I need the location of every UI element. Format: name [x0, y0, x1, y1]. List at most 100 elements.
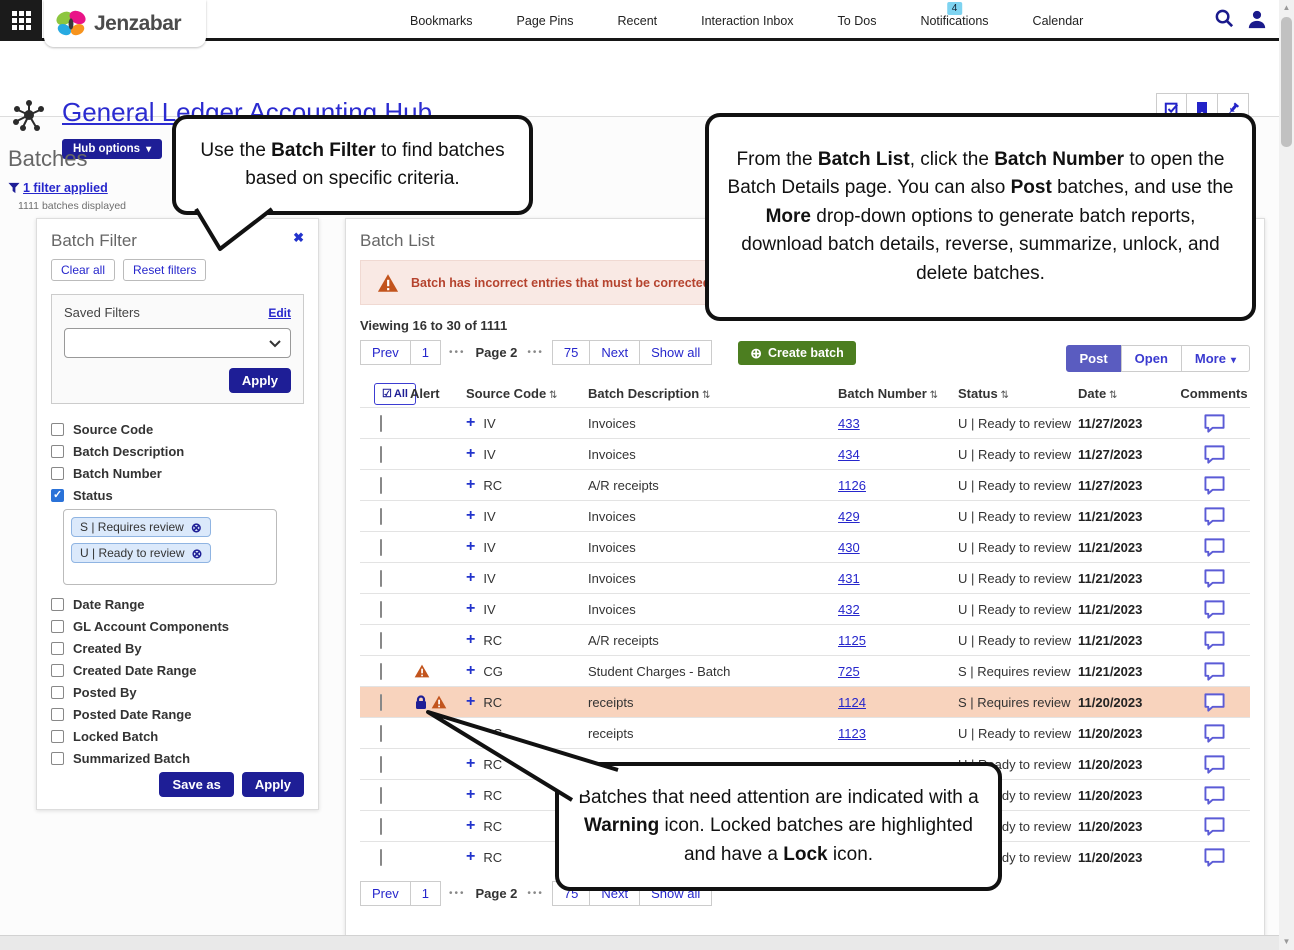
page-1-button[interactable]: 1	[409, 881, 441, 906]
filter-applied-link[interactable]: 1 filter applied	[8, 181, 108, 195]
clear-all-button[interactable]: Clear all	[51, 259, 116, 281]
row-checkbox[interactable]	[380, 786, 382, 804]
checkbox-icon[interactable]	[51, 466, 64, 480]
expand-plus-icon[interactable]: +	[466, 539, 475, 555]
comment-icon[interactable]	[1203, 537, 1226, 558]
batch-number-link[interactable]: 725	[838, 664, 860, 679]
batch-number-link[interactable]: 1124	[838, 695, 866, 710]
row-checkbox[interactable]	[380, 662, 382, 680]
remove-chip-icon[interactable]: ⊗	[192, 547, 203, 560]
expand-plus-icon[interactable]: +	[466, 508, 475, 524]
checkbox-icon[interactable]	[51, 422, 64, 436]
comment-icon[interactable]	[1203, 754, 1226, 775]
row-checkbox[interactable]	[380, 848, 382, 866]
brand-logo[interactable]: Jenzabar	[44, 0, 206, 47]
row-checkbox[interactable]	[380, 569, 382, 587]
nav-item-bookmarks[interactable]: Bookmarks	[388, 0, 495, 41]
create-batch-button[interactable]: ⊕ Create batch	[738, 340, 856, 365]
expand-plus-icon[interactable]: +	[466, 632, 475, 648]
row-checkbox[interactable]	[380, 538, 382, 556]
last-page-button[interactable]: 75	[551, 340, 591, 365]
comment-icon[interactable]	[1203, 599, 1226, 620]
comment-icon[interactable]	[1203, 444, 1226, 465]
filter-checkbox-created-by[interactable]: Created By	[51, 637, 304, 659]
row-checkbox[interactable]	[380, 693, 382, 711]
scroll-up-arrow[interactable]: ▲	[1279, 0, 1294, 16]
prev-button[interactable]: Prev	[360, 881, 411, 906]
checkbox-icon[interactable]	[51, 641, 64, 655]
saved-filter-apply-button[interactable]: Apply	[228, 368, 291, 393]
filter-checkbox-status[interactable]: Status	[51, 484, 304, 506]
scroll-down-arrow[interactable]: ▼	[1279, 934, 1294, 950]
filter-checkbox-locked-batch[interactable]: Locked Batch	[51, 725, 304, 747]
show-all-button[interactable]: Show all	[639, 340, 713, 365]
checkbox-icon[interactable]	[51, 729, 64, 743]
save-as-button[interactable]: Save as	[159, 772, 234, 797]
comment-icon[interactable]	[1203, 506, 1226, 527]
user-icon[interactable]	[1247, 9, 1267, 29]
remove-chip-icon[interactable]: ⊗	[191, 521, 202, 534]
comment-icon[interactable]	[1203, 785, 1226, 806]
expand-plus-icon[interactable]: +	[466, 477, 475, 493]
batch-number-link[interactable]: 433	[838, 416, 860, 431]
row-checkbox[interactable]	[380, 445, 382, 463]
batch-number-link[interactable]: 431	[838, 571, 860, 586]
comment-icon[interactable]	[1203, 568, 1226, 589]
filter-checkbox-summarized-batch[interactable]: Summarized Batch	[51, 747, 304, 769]
filter-checkbox-posted-by[interactable]: Posted By	[51, 681, 304, 703]
filter-checkbox-batch-description[interactable]: Batch Description	[51, 440, 304, 462]
checkbox-icon[interactable]	[51, 751, 64, 765]
filter-checkbox-created-date-range[interactable]: Created Date Range	[51, 659, 304, 681]
comment-icon[interactable]	[1203, 413, 1226, 434]
filter-checkbox-gl-account-components[interactable]: GL Account Components	[51, 615, 304, 637]
nav-item-calendar[interactable]: Calendar	[1011, 0, 1106, 41]
checkbox-icon[interactable]	[51, 597, 64, 611]
batch-number-link[interactable]: 430	[838, 540, 860, 555]
row-checkbox[interactable]	[380, 724, 382, 742]
checkbox-icon[interactable]	[51, 685, 64, 699]
expand-plus-icon[interactable]: +	[466, 663, 475, 679]
filter-checkbox-batch-number[interactable]: Batch Number	[51, 462, 304, 484]
checkbox-icon[interactable]	[51, 488, 64, 502]
nav-item-notifications[interactable]: 4 Notifications	[898, 0, 1010, 41]
batch-number-link[interactable]: 432	[838, 602, 860, 617]
batch-number-link[interactable]: 429	[838, 509, 860, 524]
expand-plus-icon[interactable]: +	[466, 415, 475, 431]
col-date[interactable]: Date	[1078, 386, 1178, 401]
open-button[interactable]: Open	[1120, 345, 1182, 372]
vertical-scrollbar[interactable]: ▲ ▼	[1279, 0, 1294, 950]
row-checkbox[interactable]	[380, 476, 382, 494]
scrollbar-thumb[interactable]	[1281, 17, 1292, 147]
app-launcher-button[interactable]	[0, 0, 42, 41]
checkbox-icon[interactable]	[51, 663, 64, 677]
search-icon[interactable]	[1214, 8, 1235, 29]
nav-item-recent[interactable]: Recent	[596, 0, 680, 41]
comment-icon[interactable]	[1203, 816, 1226, 837]
prev-button[interactable]: Prev	[360, 340, 411, 365]
nav-item-interaction-inbox[interactable]: Interaction Inbox	[679, 0, 815, 41]
row-checkbox[interactable]	[380, 817, 382, 835]
filter-checkbox-posted-date-range[interactable]: Posted Date Range	[51, 703, 304, 725]
batch-number-link[interactable]: 1125	[838, 633, 866, 648]
col-batch-number[interactable]: Batch Number	[838, 386, 958, 401]
nav-item-page-pins[interactable]: Page Pins	[495, 0, 596, 41]
batch-number-link[interactable]: 434	[838, 447, 860, 462]
comment-icon[interactable]	[1203, 847, 1226, 868]
filter-checkbox-date-range[interactable]: Date Range	[51, 593, 304, 615]
filter-checkbox-source-code[interactable]: Source Code	[51, 418, 304, 440]
page-1-button[interactable]: 1	[409, 340, 441, 365]
row-checkbox[interactable]	[380, 414, 382, 432]
nav-item-to-dos[interactable]: To Dos	[816, 0, 899, 41]
row-checkbox[interactable]	[380, 631, 382, 649]
expand-plus-icon[interactable]: +	[466, 601, 475, 617]
comment-icon[interactable]	[1203, 630, 1226, 651]
col-source-code[interactable]: Source Code	[466, 386, 588, 401]
expand-plus-icon[interactable]: +	[466, 849, 475, 865]
post-button[interactable]: Post	[1065, 345, 1122, 372]
checkbox-icon[interactable]	[51, 444, 64, 458]
row-checkbox[interactable]	[380, 507, 382, 525]
checkbox-icon[interactable]	[51, 619, 64, 633]
filter-apply-button[interactable]: Apply	[241, 772, 304, 797]
col-batch-description[interactable]: Batch Description	[588, 386, 838, 401]
checkbox-icon[interactable]	[51, 707, 64, 721]
